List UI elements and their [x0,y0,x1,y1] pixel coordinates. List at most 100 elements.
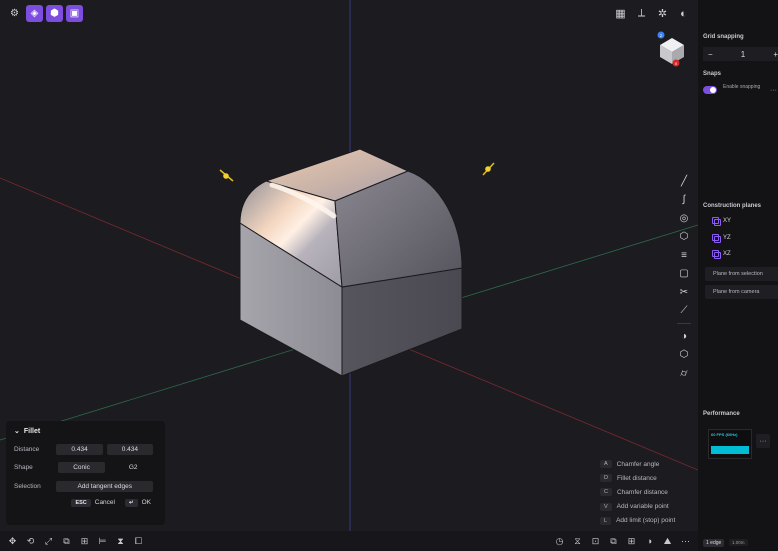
fps-label: 60 FPS (60Hz) [711,432,738,437]
fps-bar [711,446,749,454]
shortcut-hints: A Chamfer angle D Fillet distance C Cham… [600,457,675,528]
decrement-button[interactable]: − [708,50,713,59]
circle-icon[interactable]: ◎ [675,210,693,227]
toggle-icon[interactable]: ◑ [643,535,656,548]
snap-icon[interactable]: ⊡ [589,535,602,548]
distance-input-2[interactable]: 0.434 [106,443,153,455]
move-icon[interactable]: ✥ [6,535,19,548]
ok-button[interactable]: OK [142,499,151,506]
spline-icon[interactable]: ∫ [675,192,693,209]
fillet-panel-header[interactable]: ⌄ Fillet [14,427,157,436]
hint-label: Add limit (stop) point [616,517,676,525]
hint-key: L [600,516,612,525]
fillet-title: Fillet [23,427,41,435]
cube-icon[interactable]: ⬢ [46,5,63,22]
bottom-right-tools: ◷ ⧖ ⊡ ⧉ ⊞ ◑ ⛰ ⋯ [553,535,692,548]
increment-button[interactable]: + [773,50,778,59]
mountain-icon[interactable]: ⛰ [661,535,674,548]
view-cube-x-label: X [675,61,678,66]
mirror-icon[interactable]: ⧗ [114,535,127,548]
enter-key: ↵ [124,498,138,507]
plane-icon [712,234,721,243]
plane-from-camera-button[interactable]: Plane from camera [705,285,778,299]
construction-planes-title: Construction planes [703,203,762,209]
plane-icon [712,217,721,226]
cut-icon[interactable]: ✂ [675,284,693,301]
bottom-left-tools: ✥ ⟲ ⤢ ⧉ ⊞ ⊨ ⧗ ⧠ [6,535,145,548]
hint-item: D Fillet distance [600,471,675,485]
settings-icon[interactable]: ⚙ [6,5,23,22]
performance-more-button[interactable]: ··· [756,434,770,448]
array-icon[interactable]: ⊞ [78,535,91,548]
fillet-panel: ⌄ Fillet Distance 0.434 0.434 Shape Coni… [6,421,165,525]
continuity-value[interactable]: G2 [109,464,157,471]
aperture-icon[interactable]: ✲ [654,5,671,22]
distance-row: Distance 0.434 0.434 [14,443,157,455]
box-icon[interactable]: ▣ [66,5,83,22]
cube-tool-icon[interactable]: ⬡ [675,347,693,364]
top-right-toolbar: ▦ ⟂ ✲ ◐ [612,5,692,22]
shape-label: Shape [14,464,33,471]
align-vertical-icon[interactable]: ⧖ [571,535,584,548]
distance-label: Distance [14,445,40,453]
view-cube[interactable]: Z X [657,31,685,67]
3d-viewport[interactable]: Z X ⚙ ◈ ⬢ ▣ ▦ ⟂ ✲ ◐ ╱ ∫ ◎ ⬡ ≡ ▢ ✂ ⟋ ◑ ⬡ … [0,0,698,531]
add-tangent-edges-button[interactable]: Add tangent edges [56,480,153,492]
plane-item-yz[interactable]: YZ [712,234,731,243]
rectangle-icon[interactable]: ▢ [675,266,693,283]
tool-strip: ╱ ∫ ◎ ⬡ ≡ ▢ ✂ ⟋ ◑ ⬡ ⌭ [674,173,694,382]
grid-snap-icon[interactable]: ⊞ [625,535,638,548]
clock-icon[interactable]: ◷ [553,535,566,548]
line-icon[interactable]: ╱ [675,173,693,190]
selection-row: Selection Add tangent edges [14,480,157,492]
tool-separator [677,323,691,324]
app-window: Z X ⚙ ◈ ⬢ ▣ ▦ ⟂ ✲ ◐ ╱ ∫ ◎ ⬡ ≡ ▢ ✂ ⟋ ◑ ⬡ … [0,0,778,551]
hint-key: C [600,488,612,497]
plane-label: YZ [723,234,731,241]
cancel-button[interactable]: Cancel [95,499,115,506]
edge-handle-left[interactable] [219,169,234,182]
plane-label: XZ [723,250,731,257]
snaps-title: Snaps [703,71,722,77]
duplicate-icon[interactable]: ⧉ [60,535,73,548]
hint-label: Chamfer distance [616,488,668,496]
top-left-toolbar: ⚙ ◈ ⬢ ▣ [6,5,83,22]
extrude-icon[interactable]: ≡ [675,247,693,264]
boolean-icon[interactable]: ⧠ [132,535,145,548]
polygon-icon[interactable]: ⬡ [675,229,693,246]
rotate-icon[interactable]: ⟲ [24,535,37,548]
edge-handle-right[interactable] [482,162,495,176]
render-mode-icon[interactable]: ◐ [675,5,692,22]
grid-icon[interactable]: ▦ [612,5,629,22]
hint-key: D [600,474,612,483]
shell-icon[interactable]: ◑ [675,328,693,345]
chevron-down-icon[interactable]: ⌄ [14,427,20,435]
bottom-toolbar: ✥ ⟲ ⤢ ⧉ ⊞ ⊨ ⧗ ⧠ ◷ ⧖ ⊡ ⧉ ⊞ ◑ ⛰ ⋯ [0,531,698,551]
more-icon[interactable]: ⋯ [679,535,692,548]
hint-label: Fillet distance [616,474,657,482]
enable-snapping-toggle[interactable] [703,86,717,94]
grid-size-value[interactable]: 1 [741,50,745,59]
plane-item-xz[interactable]: XZ [712,250,731,259]
solid-icon[interactable]: ◈ [26,5,43,22]
hint-item: A Chamfer angle [600,457,675,471]
snaps-more-button[interactable]: ··· [770,87,777,94]
distance-input-1[interactable]: 0.434 [56,443,103,455]
cylinder-icon[interactable]: ⌭ [675,365,693,382]
plane-from-selection-button[interactable]: Plane from selection [705,267,778,281]
properties-panel: Grid snapping − 1 + Snaps Enable snappin… [698,0,778,551]
axis-icon[interactable]: ⟂ [633,5,650,22]
grid-size-stepper[interactable]: − 1 + [703,47,778,61]
enable-snapping-label: Enable snapping [723,84,761,90]
fillet-actions: ESC Cancel ↵ OK [14,498,157,507]
performance-graph: 60 FPS (60Hz) [708,429,752,459]
scale-icon[interactable]: ⤢ [42,535,55,548]
plane-item-xy[interactable]: XY [712,217,731,226]
hint-key: V [600,502,612,511]
align-icon[interactable]: ⊨ [96,535,109,548]
copy-icon[interactable]: ⧉ [607,535,620,548]
trim-icon[interactable]: ⟋ [675,303,693,320]
hint-item: V Add variable point [600,500,675,514]
shape-select[interactable]: Conic [57,462,106,473]
shape-row: Shape Conic G2 [14,462,157,474]
